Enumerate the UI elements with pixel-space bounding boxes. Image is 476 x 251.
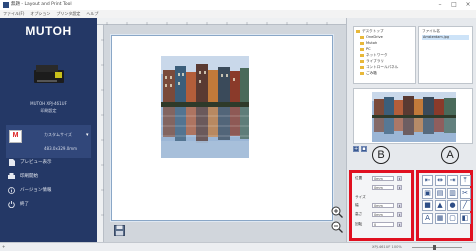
file-item-selected[interactable]: Amsterdam.jpg — [422, 35, 469, 40]
media-selector[interactable]: M カスタムサイズ 483.0x329.0mm ▾ — [6, 125, 91, 158]
placed-image[interactable] — [161, 56, 249, 158]
property-row: サイズ — [355, 195, 366, 199]
menu-bar: ファイル(F) オプション プリンタ設定 ヘルプ — [0, 10, 476, 18]
status-zoom-text: XPJ-461UF 100% — [372, 245, 402, 249]
maximize-button[interactable]: □ — [448, 0, 460, 10]
ellipse-tool[interactable]: ● — [447, 200, 458, 211]
callout-label-b: B — [372, 146, 390, 164]
image-tool[interactable]: ▣ — [422, 187, 433, 199]
zoom-slider[interactable] — [412, 247, 462, 248]
tool-panel: ⇤ ⇹ ⇥ ⤒ ▣ ▤ ▥ ✂ ■ ▲ ● ╱ A ▦ ▢ ◧ — [416, 170, 473, 241]
spin-icon[interactable]: ⇕ — [397, 185, 402, 190]
info-icon — [8, 186, 15, 194]
properties-panel: 位置 0mm ⇕ 0mm ⇕ サイズ 幅 0mm ⇕ 高さ 0mm ⇕ 回転 0… — [349, 170, 414, 241]
rectangle-tool[interactable]: ■ — [422, 200, 433, 211]
fill-tool[interactable]: ◧ — [459, 212, 471, 224]
align-center-tool[interactable]: ⇹ — [434, 175, 446, 186]
property-row: 位置 0mm ⇕ — [355, 176, 402, 181]
menu-options[interactable]: オプション — [30, 11, 50, 17]
property-row: 幅 0mm ⇕ — [355, 203, 402, 208]
media-icon: M — [9, 130, 22, 143]
save-icon[interactable] — [114, 225, 125, 236]
spin-icon[interactable]: ⇕ — [397, 203, 402, 208]
title-bar: 無題 - Layout and Print Tool – □ × — [0, 0, 476, 10]
picture-tool[interactable]: ▤ — [434, 187, 446, 199]
tree-item[interactable]: Mutoh — [360, 41, 377, 45]
text-tool[interactable]: A — [422, 212, 433, 224]
nav-version-info-label: バージョン情報 — [20, 188, 52, 193]
rotation-field[interactable]: 0 — [372, 222, 394, 227]
align-right-tool[interactable]: ⇥ — [447, 175, 458, 186]
minimize-button[interactable]: – — [434, 0, 446, 10]
spin-icon[interactable]: ⇕ — [397, 222, 402, 227]
menu-file[interactable]: ファイル(F) — [3, 11, 24, 17]
status-left: + — [2, 244, 6, 249]
status-bar: + XPJ-461UF 100% — [0, 242, 476, 251]
brand-logo: MUTOH — [25, 24, 72, 38]
nav-exit[interactable]: 終了 — [8, 198, 90, 210]
nav-preview-label: プレビュー表示 — [20, 160, 52, 165]
window-title: 無題 - Layout and Print Tool — [11, 2, 72, 7]
property-row: 高さ 0mm ⇕ — [355, 212, 402, 217]
nav-version-info[interactable]: バージョン情報 — [8, 184, 90, 196]
tree-item[interactable]: OneDrive — [360, 35, 383, 39]
printer-settings-link[interactable]: 印刷設定 — [0, 108, 97, 114]
document-icon — [8, 158, 15, 166]
callout-label-a: A — [441, 146, 459, 164]
nav-print-start-label: 印刷開始 — [20, 174, 38, 179]
file-list[interactable]: ファイル名 Amsterdam.jpg — [418, 26, 473, 84]
zoom-in-icon[interactable] — [331, 206, 343, 218]
media-type: カスタムサイズ — [44, 132, 72, 137]
left-nav: MUTOH MUTOH XPJ-461UF 印刷設定 M カスタムサイズ 483… — [0, 18, 97, 242]
vertical-ruler — [97, 25, 104, 243]
tree-item[interactable]: デスクトップ — [356, 29, 384, 34]
property-row: 0mm ⇕ — [355, 185, 402, 190]
tool-grid: ⇤ ⇹ ⇥ ⤒ ▣ ▤ ▥ ✂ ■ ▲ ● ╱ A ▦ ▢ ◧ — [422, 175, 471, 224]
print-icon — [8, 172, 15, 180]
menu-printer-settings[interactable]: プリンタ設定 — [56, 11, 80, 17]
thumbnail-preview — [353, 88, 473, 144]
zoom-slider-knob[interactable] — [433, 245, 436, 250]
grid-icon[interactable]: ▪ — [361, 146, 367, 152]
tree-item[interactable]: ネットワーク — [360, 53, 388, 58]
align-top-tool[interactable]: ⤒ — [459, 175, 471, 186]
horizontal-ruler — [97, 18, 346, 25]
width-field[interactable]: 0mm — [372, 203, 394, 208]
height-field[interactable]: 0mm — [372, 212, 394, 217]
media-size: 483.0x329.0mm — [44, 146, 78, 151]
picture-alt-tool[interactable]: ▥ — [447, 187, 458, 199]
menu-help[interactable]: ヘルプ — [86, 11, 98, 17]
power-icon — [8, 200, 15, 208]
align-left-tool[interactable]: ⇤ — [422, 175, 433, 186]
thumbnail-image[interactable] — [372, 92, 456, 142]
crop-tool[interactable]: ✂ — [459, 187, 471, 199]
triangle-tool[interactable]: ▲ — [434, 200, 446, 211]
rounded-rect-tool[interactable]: ▢ — [447, 212, 458, 224]
printer-image — [34, 65, 64, 83]
nav-preview[interactable]: プレビュー表示 — [8, 156, 90, 168]
qr-code-tool[interactable]: ▦ — [434, 212, 446, 224]
add-icon[interactable]: + — [353, 146, 359, 152]
printer-name: MUTOH XPJ-461UF — [30, 101, 67, 106]
property-row: 回転 0 ⇕ — [355, 222, 402, 227]
spin-icon[interactable]: ⇕ — [397, 212, 402, 217]
line-tool[interactable]: ╱ — [459, 200, 471, 211]
position-y-field[interactable]: 0mm — [372, 185, 394, 190]
file-list-header: ファイル名 — [422, 29, 440, 33]
folder-tree[interactable]: デスクトップ OneDrive Mutoh PC ネットワーク ライブラリ コン… — [353, 26, 416, 84]
nav-print-start[interactable]: 印刷開始 — [8, 170, 90, 182]
tree-item[interactable]: PC — [360, 47, 371, 51]
thumbnail-controls: + ▪ — [353, 146, 367, 152]
spin-icon[interactable]: ⇕ — [397, 176, 402, 181]
chevron-down-icon[interactable]: ▾ — [86, 132, 89, 138]
app-icon — [3, 2, 9, 8]
close-button[interactable]: × — [462, 0, 474, 10]
tree-item[interactable]: コントロールパネル — [360, 65, 398, 70]
tree-item[interactable]: ライブラリ — [360, 59, 384, 64]
tree-item[interactable]: ごみ箱 — [360, 71, 377, 76]
position-x-field[interactable]: 0mm — [372, 176, 394, 181]
zoom-out-icon[interactable] — [331, 221, 343, 233]
nav-exit-label: 終了 — [20, 202, 29, 207]
